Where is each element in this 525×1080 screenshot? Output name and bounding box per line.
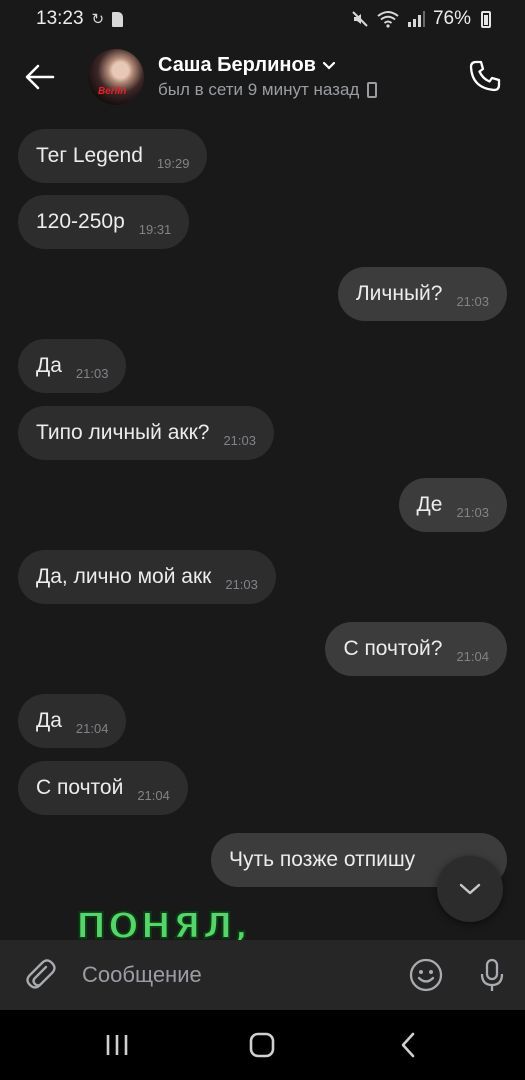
message-time: 21:03: [456, 293, 489, 309]
status-time: 13:23: [36, 8, 84, 29]
call-button[interactable]: [467, 58, 507, 98]
chat-header: Berlin Саша Берлинов был в сети 9 минут …: [0, 38, 525, 116]
message-bubble[interactable]: Де 21:03: [398, 478, 507, 532]
message-bubble[interactable]: Личный? 21:03: [337, 267, 507, 321]
contact-status-row: был в сети 9 минут назад: [158, 80, 378, 100]
message-bubble[interactable]: 120-250р 19:31: [18, 195, 190, 249]
message-time: 21:03: [75, 365, 109, 381]
battery-icon: [481, 10, 491, 28]
recent-apps-button[interactable]: [87, 1015, 147, 1075]
emoji-button[interactable]: [393, 940, 459, 1010]
microphone-button[interactable]: [459, 940, 525, 1010]
status-bar: 13:23 ↻ 76%: [0, 0, 525, 38]
message-text: Де: [416, 493, 443, 516]
message-text: Да, лично мой акк: [36, 565, 212, 588]
message-text: С почтой?: [343, 637, 443, 660]
message-bubble[interactable]: Типо личный акк? 21:03: [18, 406, 274, 460]
chevron-down-icon: [459, 883, 481, 895]
arrow-left-icon: [25, 64, 55, 90]
mobile-device-icon: [367, 82, 378, 98]
signal-icon: [407, 11, 425, 27]
message-bubble[interactable]: Да 21:04: [18, 694, 127, 748]
message-text: Типо личный акк?: [36, 421, 210, 444]
scroll-down-button[interactable]: [437, 856, 503, 922]
chevron-down-icon: [322, 61, 336, 70]
sticker-text[interactable]: ПОНЯЛ,: [75, 905, 250, 940]
message-input[interactable]: [82, 950, 393, 1000]
message-composer: [0, 940, 525, 1010]
system-back-button[interactable]: [378, 1015, 438, 1075]
message-bubble[interactable]: Тег Legend 19:29: [18, 129, 208, 183]
message-time: 21:03: [456, 504, 489, 520]
wifi-icon: [377, 11, 399, 28]
contact-info[interactable]: Саша Берлинов был в сети 9 минут назад: [158, 54, 378, 100]
message-text: Чуть позже отпишу: [229, 848, 416, 871]
system-nav-bar: [0, 1010, 525, 1080]
message-list[interactable]: Тег Legend 19:29 120-250р 19:31 Личный? …: [0, 116, 525, 940]
message-bubble[interactable]: Да 21:03: [18, 339, 127, 393]
sync-icon: ↻: [91, 11, 105, 28]
status-right: 76%: [351, 8, 491, 30]
message-text: Личный?: [355, 282, 443, 305]
avatar[interactable]: Berlin: [88, 49, 144, 105]
contact-name: Саша Берлинов: [158, 54, 316, 76]
message-text: Тег Legend: [36, 144, 143, 167]
attach-button[interactable]: [0, 940, 82, 1010]
paperclip-icon: [26, 959, 56, 989]
mute-icon: [352, 11, 368, 27]
message-text: Да: [36, 709, 62, 732]
recent-apps-icon: [106, 1035, 128, 1055]
message-time: 21:04: [75, 720, 109, 736]
message-bubble[interactable]: Да, лично мой акк 21:03: [18, 550, 276, 604]
message-time: 19:31: [138, 221, 172, 237]
message-time: 21:03: [223, 432, 256, 448]
message-bubble[interactable]: С почтой 21:04: [18, 761, 188, 815]
message-time: 21:04: [137, 787, 170, 803]
status-left: 13:23 ↻: [36, 8, 124, 30]
message-text: 120-250р: [36, 210, 125, 233]
message-bubble[interactable]: С почтой? 21:04: [325, 622, 507, 676]
chevron-left-icon: [401, 1032, 415, 1058]
contact-name-row: Саша Берлинов: [158, 54, 377, 77]
home-icon: [250, 1032, 275, 1058]
message-time: 19:29: [156, 155, 190, 171]
avatar-label: Berlin: [98, 86, 127, 97]
home-button[interactable]: [232, 1015, 292, 1075]
last-seen-text: был в сети 9 минут назад: [158, 80, 360, 99]
battery-percent: 76%: [432, 8, 471, 29]
microphone-icon: [480, 958, 504, 991]
phone-icon: [469, 60, 501, 92]
message-time: 21:03: [225, 576, 258, 592]
message-text: Да: [36, 354, 62, 377]
message-time: 21:04: [456, 648, 489, 664]
message-text: С почтой: [36, 776, 124, 799]
sim-card-icon: [112, 11, 124, 27]
smiley-icon: [409, 958, 443, 992]
back-button[interactable]: [0, 38, 80, 116]
